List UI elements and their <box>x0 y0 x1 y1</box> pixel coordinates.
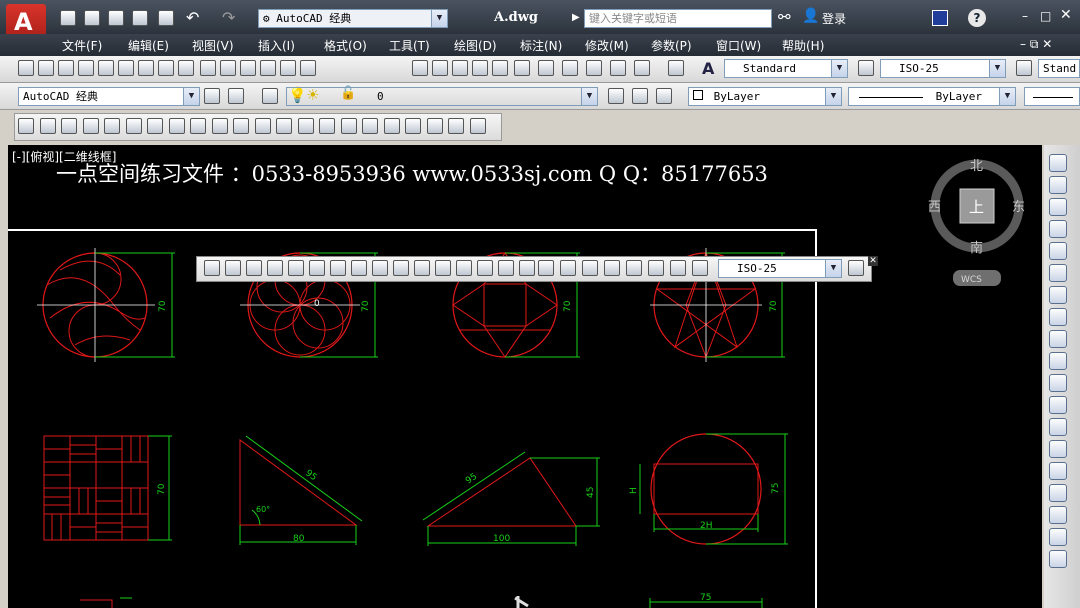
dimension-tool-17-icon[interactable] <box>538 260 554 276</box>
dimension-tool-23-icon[interactable] <box>670 260 686 276</box>
dimension-tool-15-icon[interactable] <box>498 260 514 276</box>
figure-rect-circle <box>639 433 788 545</box>
modify-tool-1-icon[interactable] <box>1049 154 1067 172</box>
dimension-tool-10-icon[interactable] <box>393 260 409 276</box>
wcs-label: WCS <box>961 275 982 285</box>
dim-70-b: 70 <box>361 300 371 312</box>
dim-70-d: 70 <box>769 300 779 312</box>
dimension-tool-7-icon[interactable] <box>330 260 346 276</box>
modify-tool-8-icon[interactable] <box>1049 308 1067 326</box>
compass-top-face[interactable]: 上 <box>969 198 984 216</box>
dim-80: 80 <box>293 534 305 544</box>
modify-tool-14-icon[interactable] <box>1049 440 1067 458</box>
dimension-tool-3-icon[interactable] <box>246 260 262 276</box>
dim-70-e: 70 <box>157 483 167 495</box>
dim-95-a: 95 <box>303 468 318 483</box>
drawing-svg: 70 70 0 70 70 70 95 80 60° 95 100 45 75 … <box>8 159 1025 608</box>
dim-toolbar-style-value: ISO-25 <box>737 262 777 275</box>
compass-south[interactable]: 南 <box>970 240 983 256</box>
dimension-tool-16-icon[interactable] <box>519 260 535 276</box>
dimension-tool-8-icon[interactable] <box>351 260 367 276</box>
dimension-tool-6-icon[interactable] <box>309 260 325 276</box>
modify-tool-3-icon[interactable] <box>1049 198 1067 216</box>
figure-triangle-1 <box>239 435 363 545</box>
modify-tool-9-icon[interactable] <box>1049 330 1067 348</box>
figure-bottom-partial <box>80 597 763 608</box>
dimension-tool-22-icon[interactable] <box>648 260 664 276</box>
dim-angle: 60° <box>256 505 270 514</box>
compass-north[interactable]: 北 <box>970 159 983 174</box>
dim-h: H <box>629 487 639 494</box>
compass-west[interactable]: 西 <box>928 200 941 215</box>
dimension-tool-18-icon[interactable] <box>560 260 576 276</box>
figure-swirl <box>37 248 175 362</box>
modify-tool-16-icon[interactable] <box>1049 484 1067 502</box>
cursor-readout: 0 <box>314 299 320 309</box>
dim-2h: 2H <box>700 521 713 531</box>
dimension-tool-19-icon[interactable] <box>582 260 598 276</box>
dimension-tool-14-icon[interactable] <box>477 260 493 276</box>
figure-parquet <box>43 435 172 541</box>
dim-75-b: 75 <box>700 593 711 603</box>
modify-tool-12-icon[interactable] <box>1049 396 1067 414</box>
dimension-tool-1-icon[interactable] <box>204 260 220 276</box>
modify-tool-19-icon[interactable] <box>1049 550 1067 568</box>
dim-toolbar-style-combo[interactable]: ISO-25 ▼ <box>718 259 842 278</box>
dimension-tool-2-icon[interactable] <box>225 260 241 276</box>
dimension-tool-11-icon[interactable] <box>414 260 430 276</box>
dim-45: 45 <box>586 487 596 498</box>
modify-tool-5-icon[interactable] <box>1049 242 1067 260</box>
dim-75: 75 <box>771 483 781 494</box>
dimension-tool-20-icon[interactable] <box>604 260 620 276</box>
modify-tool-11-icon[interactable] <box>1049 374 1067 392</box>
dimension-tool-5-icon[interactable] <box>288 260 304 276</box>
modify-tool-2-icon[interactable] <box>1049 176 1067 194</box>
dim-70-a: 70 <box>158 300 168 312</box>
modify-tool-7-icon[interactable] <box>1049 286 1067 304</box>
dimension-tool-9-icon[interactable] <box>372 260 388 276</box>
modify-tool-18-icon[interactable] <box>1049 528 1067 546</box>
toolbar-close-icon[interactable]: ✕ <box>868 256 878 266</box>
dim-style-manager-icon[interactable] <box>848 260 864 276</box>
compass-east[interactable]: 东 <box>1012 200 1025 215</box>
mouse-cursor-icon <box>514 596 529 608</box>
dimension-tool-24-icon[interactable] <box>692 260 708 276</box>
modify-tool-17-icon[interactable] <box>1049 506 1067 524</box>
figure-triangle-2 <box>422 451 600 546</box>
dim-70-c: 70 <box>563 300 573 312</box>
dim-100: 100 <box>493 534 510 544</box>
chevron-down-icon: ▼ <box>825 260 841 277</box>
dimension-tool-12-icon[interactable] <box>435 260 451 276</box>
dimension-tool-13-icon[interactable] <box>456 260 472 276</box>
dimension-tool-4-icon[interactable] <box>267 260 283 276</box>
modify-tool-15-icon[interactable] <box>1049 462 1067 480</box>
modify-tool-4-icon[interactable] <box>1049 220 1067 238</box>
modify-tool-13-icon[interactable] <box>1049 418 1067 436</box>
modify-tool-6-icon[interactable] <box>1049 264 1067 282</box>
dimension-tool-21-icon[interactable] <box>626 260 642 276</box>
modify-tool-10-icon[interactable] <box>1049 352 1067 370</box>
